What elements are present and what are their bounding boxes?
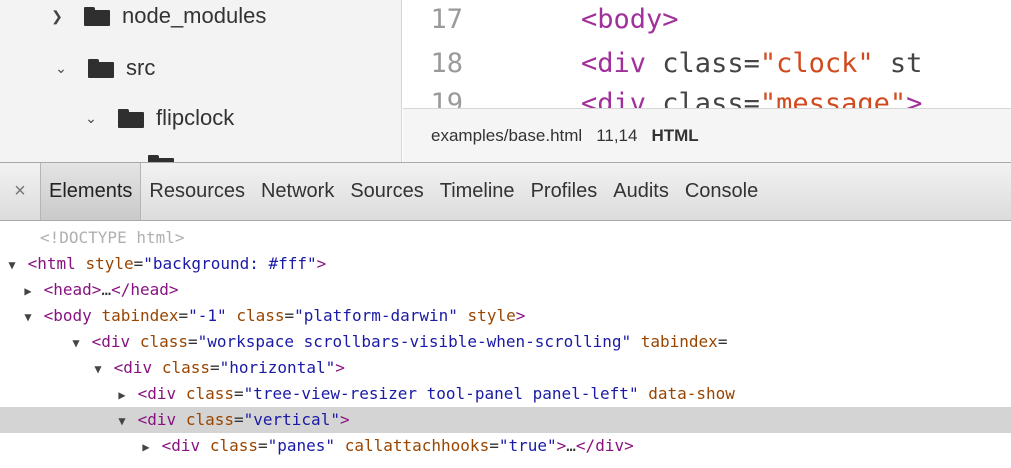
file-path[interactable]: examples/base.html <box>431 126 582 146</box>
folder-icon <box>148 154 174 162</box>
tree-item-label: flipclock <box>156 105 235 130</box>
dom-node-head[interactable]: ▶ <head>…</head> <box>0 277 1011 303</box>
collapse-triangle-icon[interactable]: ▶ <box>140 434 152 460</box>
collapse-triangle-icon[interactable]: ▶ <box>22 278 34 304</box>
tab-elements[interactable]: Elements <box>40 163 142 220</box>
devtools-panel: × Elements Resources Network Sources Tim… <box>0 162 1011 468</box>
dom-node-text: <div class="tree-view-resizer tool-panel… <box>137 384 735 403</box>
dom-node-text: <div class="horizontal"> <box>113 358 345 377</box>
chevron-down-icon[interactable]: ⌄ <box>82 109 100 127</box>
chevron-down-icon[interactable]: ⌄ <box>52 59 70 77</box>
chevron-down-icon[interactable]: ⌄ <box>112 155 130 163</box>
dom-node-vertical[interactable]: ▼ <div class="vertical"> <box>0 407 1011 433</box>
tab-profiles[interactable]: Profiles <box>523 163 606 220</box>
dom-node-text: <div class="workspace scrollbars-visible… <box>91 332 728 351</box>
dom-node-body[interactable]: ▼ <body tabindex="-1" class="platform-da… <box>0 303 1011 329</box>
line-number: 17 <box>430 4 463 35</box>
tab-timeline[interactable]: Timeline <box>432 163 523 220</box>
expand-triangle-icon[interactable]: ▼ <box>92 356 104 382</box>
dom-node-text: <html style="background: #fff"> <box>27 254 327 273</box>
dom-node-tree-view-resizer[interactable]: ▶ <div class="tree-view-resizer tool-pan… <box>0 381 1011 407</box>
tree-item-label: node_modules <box>122 3 267 28</box>
dom-node-text: <div class="panes" callattachhooks="true… <box>161 436 634 455</box>
tree-item-node-modules[interactable]: ❯ node_modules <box>48 0 266 38</box>
tab-sources[interactable]: Sources <box>342 163 431 220</box>
close-icon[interactable]: × <box>0 180 40 203</box>
dom-node-doctype[interactable]: <!DOCTYPE html> <box>0 225 1011 251</box>
expand-triangle-icon[interactable]: ▼ <box>70 330 82 356</box>
tab-resources[interactable]: Resources <box>141 163 253 220</box>
code-text: <body> <box>581 4 679 35</box>
tree-item-flipclock[interactable]: ⌄ flipclock <box>82 96 234 140</box>
dom-node-text: <body tabindex="-1" class="platform-darw… <box>43 306 526 325</box>
tree-item-src[interactable]: ⌄ src <box>52 46 155 90</box>
tab-console[interactable]: Console <box>677 163 766 220</box>
dom-node-html[interactable]: ▼ <html style="background: #fff"> <box>0 251 1011 277</box>
collapse-triangle-icon[interactable]: ▶ <box>116 382 128 408</box>
folder-icon <box>84 6 110 26</box>
line-number: 18 <box>430 48 463 79</box>
chevron-right-icon[interactable]: ❯ <box>48 7 66 25</box>
dom-node-text: <div class="vertical"> <box>137 410 350 429</box>
cursor-position[interactable]: 11,14 <box>596 126 637 146</box>
code-line: 18 <div class="clock" st <box>403 48 922 90</box>
dom-node-text: <head>…</head> <box>43 280 179 299</box>
expand-triangle-icon[interactable]: ▼ <box>22 304 34 330</box>
tab-audits[interactable]: Audits <box>605 163 677 220</box>
expand-triangle-icon[interactable]: ▼ <box>6 252 18 278</box>
doctype-text: <!DOCTYPE html> <box>40 228 185 247</box>
status-bar: examples/base.html 11,14 HTML <box>403 108 1011 162</box>
dom-node-horizontal[interactable]: ▼ <div class="horizontal"> <box>0 355 1011 381</box>
editor-area: ❯ node_modules ⌄ src ⌄ flipclock ⌄ 17 <b… <box>0 0 1011 162</box>
tree-item-label: src <box>126 55 156 80</box>
dom-node-panes[interactable]: ▶ <div class="panes" callattachhooks="tr… <box>0 433 1011 459</box>
grammar-label[interactable]: HTML <box>651 126 698 146</box>
code-text: <div class="clock" st <box>581 48 923 79</box>
tree-item-partial[interactable]: ⌄ <box>112 142 186 162</box>
dom-tree[interactable]: <!DOCTYPE html> ▼ <html style="backgroun… <box>0 223 1011 468</box>
folder-icon <box>88 58 114 78</box>
file-tree-panel: ❯ node_modules ⌄ src ⌄ flipclock ⌄ <box>0 0 402 162</box>
dom-node-workspace[interactable]: ▼ <div class="workspace scrollbars-visib… <box>0 329 1011 355</box>
folder-icon <box>118 108 144 128</box>
devtools-tabbar: × Elements Resources Network Sources Tim… <box>0 163 1011 221</box>
code-line: 17 <body> <box>403 4 678 46</box>
tab-network[interactable]: Network <box>253 163 342 220</box>
expand-triangle-icon[interactable]: ▼ <box>116 408 128 434</box>
